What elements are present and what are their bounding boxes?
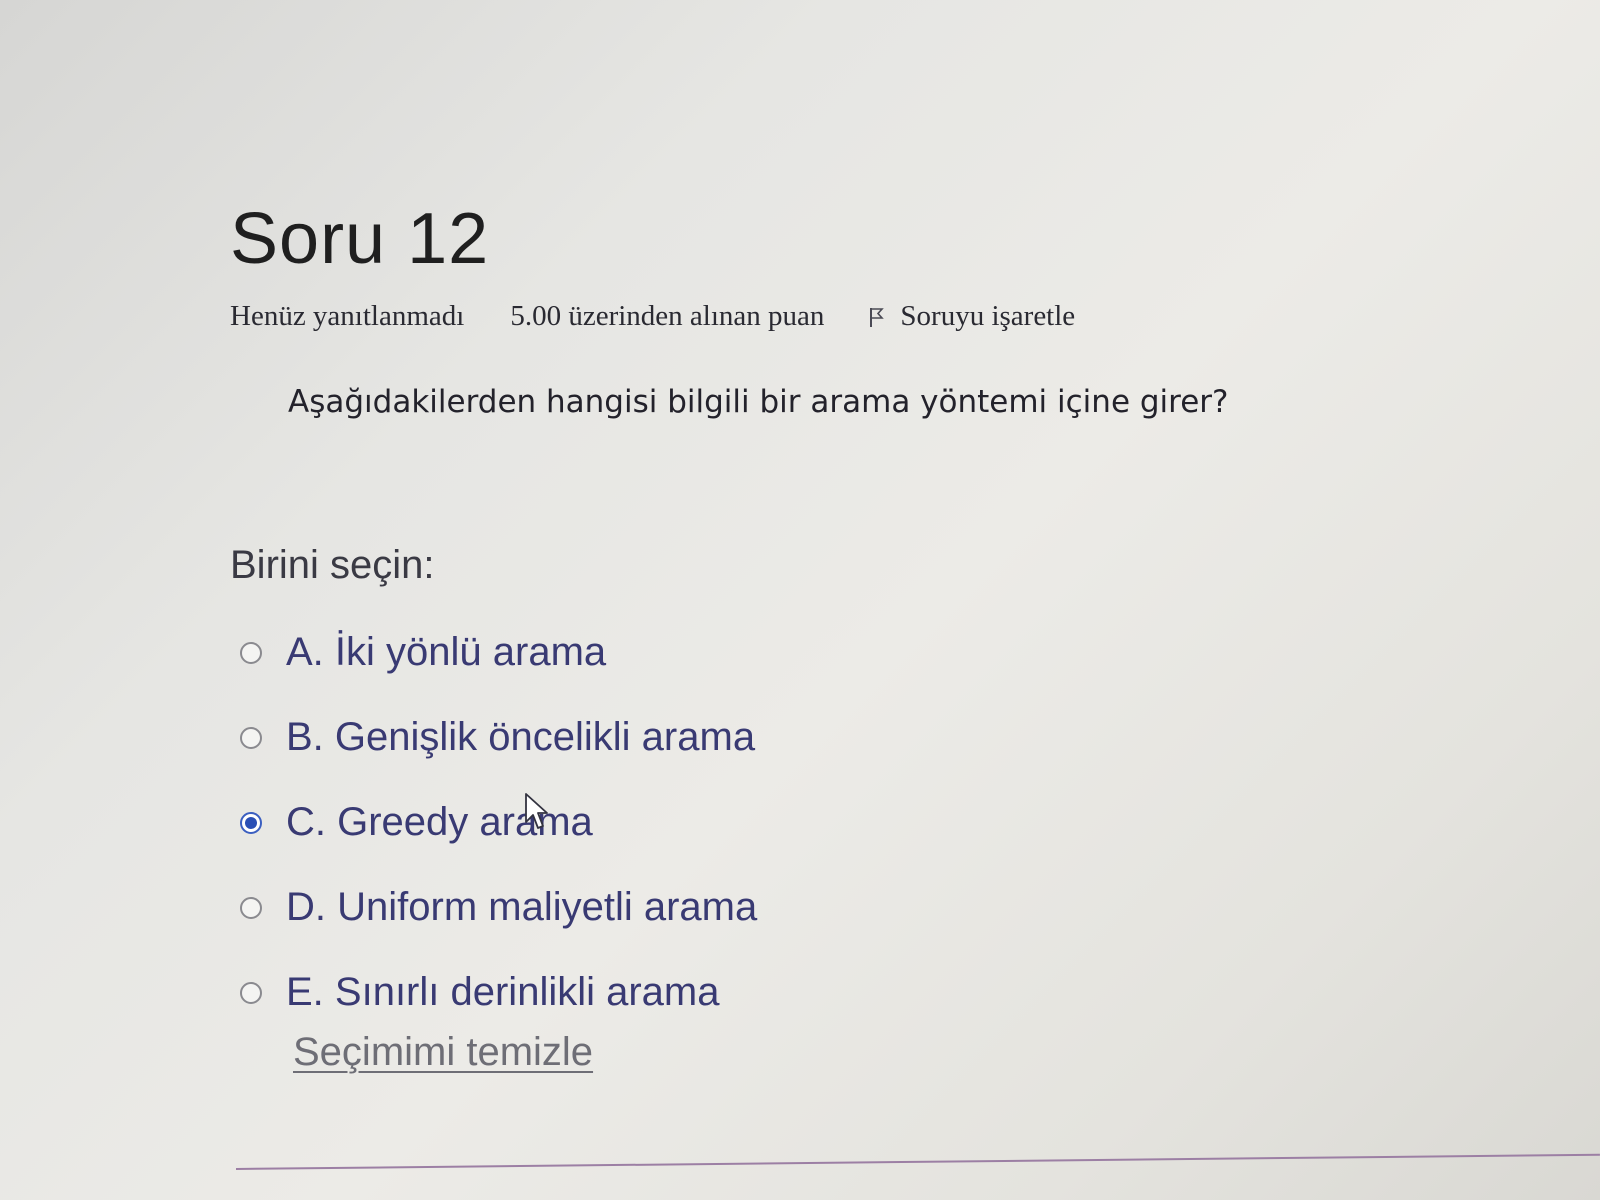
answer-label-d: D. Uniform maliyetli arama xyxy=(286,885,758,929)
answer-radio-b[interactable] xyxy=(240,726,262,749)
quiz-page: Soru 12 Henüz yanıtlanmadı 5.00 üzerinde… xyxy=(0,0,1600,1200)
answer-option-d[interactable]: D. Uniform maliyetli arama xyxy=(240,865,1040,950)
answer-option-b[interactable]: B. Genişlik öncelikli arama xyxy=(240,695,1040,780)
mouse-pointer-icon xyxy=(525,793,548,829)
answer-radio-c[interactable] xyxy=(240,811,262,834)
answer-option-c[interactable]: C. Greedy arama xyxy=(240,780,1040,865)
section-divider xyxy=(235,1153,1600,1170)
flag-question-label: Soruyu işaretle xyxy=(900,300,1076,332)
answer-option-a[interactable]: A. İki yönlü arama xyxy=(240,610,1040,695)
answer-label-b: B. Genişlik öncelikli arama xyxy=(286,715,756,759)
answer-radio-a[interactable] xyxy=(240,641,262,664)
question-status: Henüz yanıtlanmadı xyxy=(230,300,465,332)
question-text: Aşağıdakilerden hangisi bilgili bir aram… xyxy=(288,384,1229,420)
answer-radio-d[interactable] xyxy=(240,896,262,919)
flag-icon xyxy=(870,307,885,327)
question-grade: 5.00 üzerinden alınan puan xyxy=(510,300,825,332)
question-title: Soru 12 xyxy=(230,199,490,279)
answer-radio-e[interactable] xyxy=(240,981,262,1004)
answer-label-e: E. Sınırlı derinlikli arama xyxy=(286,970,720,1014)
clear-choice-link[interactable]: Seçimimi temizle xyxy=(293,1030,593,1075)
answer-list: A. İki yönlü arama B. Genişlik öncelikli… xyxy=(240,610,1040,1035)
answer-option-e[interactable]: E. Sınırlı derinlikli arama xyxy=(240,950,1040,1035)
flag-question-link[interactable]: Soruyu işaretle xyxy=(868,300,1075,333)
answer-label-a: A. İki yönlü arama xyxy=(286,630,607,674)
question-info: Henüz yanıtlanmadı 5.00 üzerinden alınan… xyxy=(230,300,1075,333)
answer-prompt: Birini seçin: xyxy=(230,543,435,587)
